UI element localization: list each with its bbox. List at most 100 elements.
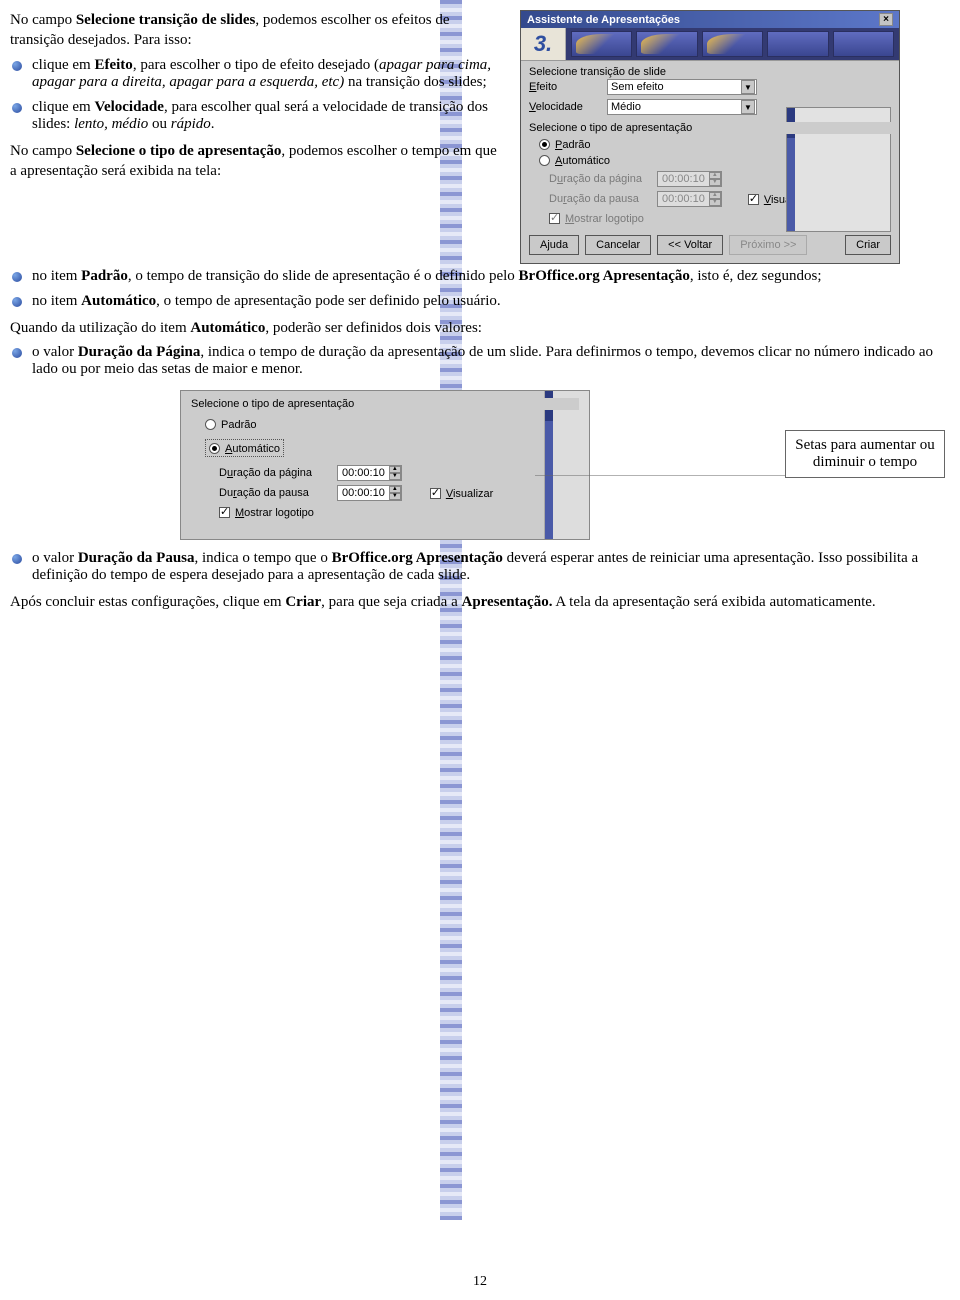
text: , isto é, dez segundos;: [690, 268, 822, 284]
bullet-padrao: no item Padrão, o tempo de transição do …: [10, 268, 950, 285]
button-label: << Voltar: [668, 239, 712, 251]
chevron-up-icon[interactable]: ▲: [389, 466, 401, 473]
callout-setas: Setas para aumentar ou diminuir o tempo: [785, 430, 945, 478]
text: , o tempo de transição do slide de apres…: [128, 268, 519, 284]
text-bold: Criar: [285, 594, 321, 610]
step-arrow-icon: [636, 31, 697, 57]
cancelar-button[interactable]: Cancelar: [585, 235, 651, 255]
text-bold: Padrão: [81, 268, 128, 284]
spinner-dur-pausa: 00:00:10▲▼: [657, 191, 722, 207]
text-bold: Automático: [81, 293, 156, 309]
text: Após concluir estas configurações, cliqu…: [10, 594, 285, 610]
radio-auto-row[interactable]: Automático: [205, 439, 284, 457]
chevron-up-icon: ▲: [709, 172, 721, 179]
button-label: Cancelar: [596, 239, 640, 251]
ajuda-button[interactable]: Ajuda: [529, 235, 579, 255]
radio-padrao-row[interactable]: Padrão: [205, 417, 579, 431]
combo-velocidade[interactable]: Médio ▼: [607, 99, 757, 115]
paragraph-tipo: No campo Selecione o tipo de apresentaçã…: [10, 141, 505, 182]
step-number: 3.: [521, 28, 566, 60]
checkbox-logo: Mostrar logotipo: [549, 211, 644, 225]
spinner-dur-pausa[interactable]: 00:00:10▲▼: [337, 485, 402, 501]
text-bold: Velocidade: [94, 99, 163, 115]
step-arrow-icon: [833, 31, 894, 57]
voltar-button[interactable]: << Voltar: [657, 235, 723, 255]
bullet-dur-pagina: o valor Duração da Página, indica o temp…: [10, 344, 950, 378]
step-arrow-icon: [571, 31, 632, 57]
checkbox-icon[interactable]: [748, 194, 759, 205]
paragraph-auto: Quando da utilização do item Automático,…: [10, 318, 950, 338]
text: , poderão ser definidos dois valores:: [265, 320, 482, 336]
text-bold: Duração da Pausa: [78, 550, 195, 566]
radio-icon[interactable]: [205, 419, 216, 430]
text: A tela da apresentação será exibida auto…: [552, 594, 875, 610]
text: o valor: [32, 344, 78, 360]
label-dur-pausa: Duração da pausa: [549, 193, 649, 205]
chevron-down-icon[interactable]: ▼: [741, 100, 755, 114]
chevron-down-icon[interactable]: ▼: [389, 493, 401, 500]
radio-icon[interactable]: [209, 443, 220, 454]
label-dur-pausa: Duração da pausa: [219, 487, 329, 499]
checkbox-icon: [549, 213, 560, 224]
checkbox-visualizar[interactable]: Visualizar: [430, 486, 494, 500]
text-italic: rápido: [171, 116, 211, 132]
text: o valor: [32, 550, 78, 566]
label-dur-pagina: Duração da página: [549, 173, 649, 185]
combo-efeito[interactable]: Sem efeito ▼: [607, 79, 757, 95]
bullet-efeito: clique em Efeito, para escolher o tipo d…: [10, 57, 505, 91]
slide-preview: [544, 391, 589, 539]
paragraph-criar: Após concluir estas configurações, cliqu…: [10, 592, 950, 612]
text: ou: [148, 116, 171, 132]
text: no item: [32, 293, 81, 309]
text: Quando da utilização do item: [10, 320, 190, 336]
checkbox-icon[interactable]: [219, 507, 230, 518]
label-efeito: Efeito: [529, 81, 599, 93]
label-velocidade: Velocidade: [529, 101, 599, 113]
chevron-up-icon[interactable]: ▲: [389, 486, 401, 493]
chevron-down-icon[interactable]: ▼: [741, 80, 755, 94]
inset-tipo-panel: Selecione o tipo de apresentação Padrão …: [180, 390, 590, 540]
group-tipo-label: Selecione o tipo de apresentação: [191, 398, 579, 410]
button-label: Próximo >>: [740, 239, 796, 251]
button-label: Criar: [856, 239, 880, 251]
combo-value: Médio: [611, 101, 641, 113]
wizard-titlebar: Assistente de Apresentações ×: [521, 11, 899, 28]
text-bold: Duração da Página: [78, 344, 201, 360]
criar-button[interactable]: Criar: [845, 235, 891, 255]
text: clique em: [32, 57, 94, 73]
wizard-stepbar: 3.: [521, 28, 899, 61]
wizard-dialog: Assistente de Apresentações × 3.: [520, 10, 900, 264]
text-bold: BrOffice.org Apresentação: [332, 550, 503, 566]
close-icon[interactable]: ×: [879, 13, 893, 26]
text-bold: Selecione transição de slides: [76, 12, 256, 28]
bullet-automatico: no item Automático, o tempo de apresenta…: [10, 293, 950, 310]
text-italic: lento, médio: [74, 116, 148, 132]
text: , para escolher o tipo de efeito desejad…: [133, 57, 379, 73]
text: No campo: [10, 12, 76, 28]
spinner-dur-pagina: 00:00:10▲▼: [657, 171, 722, 187]
checkbox-icon[interactable]: [430, 488, 441, 499]
group-transition-label: Selecione transição de slide: [529, 66, 891, 78]
radio-icon[interactable]: [539, 139, 550, 150]
spinner-value: 00:00:10: [658, 193, 709, 205]
text: , para que seja criada a: [321, 594, 461, 610]
text: no item: [32, 268, 81, 284]
text: clique em: [32, 99, 94, 115]
checkbox-logo[interactable]: Mostrar logotipo: [219, 505, 314, 519]
chevron-up-icon: ▲: [709, 192, 721, 199]
radio-icon[interactable]: [539, 155, 550, 166]
spinner-dur-pagina[interactable]: 00:00:10▲▼: [337, 465, 402, 481]
text: .: [211, 116, 215, 132]
group-tipo-label: Selecione o tipo de apresentação: [529, 122, 891, 134]
wizard-title: Assistente de Apresentações: [527, 14, 680, 26]
chevron-down-icon[interactable]: ▼: [389, 473, 401, 480]
page-content: No campo Selecione transição de slides , …: [10, 10, 950, 613]
chevron-down-icon: ▼: [709, 199, 721, 206]
step-arrow-icon: [702, 31, 763, 57]
spinner-value: 00:00:10: [658, 173, 709, 185]
text: na transição dos slides;: [344, 74, 486, 90]
bullet-velocidade: clique em Velocidade, para escolher qual…: [10, 99, 505, 133]
spinner-value: 00:00:10: [338, 487, 389, 499]
text-bold: BrOffice.org Apresentação: [519, 268, 690, 284]
combo-value: Sem efeito: [611, 81, 664, 93]
